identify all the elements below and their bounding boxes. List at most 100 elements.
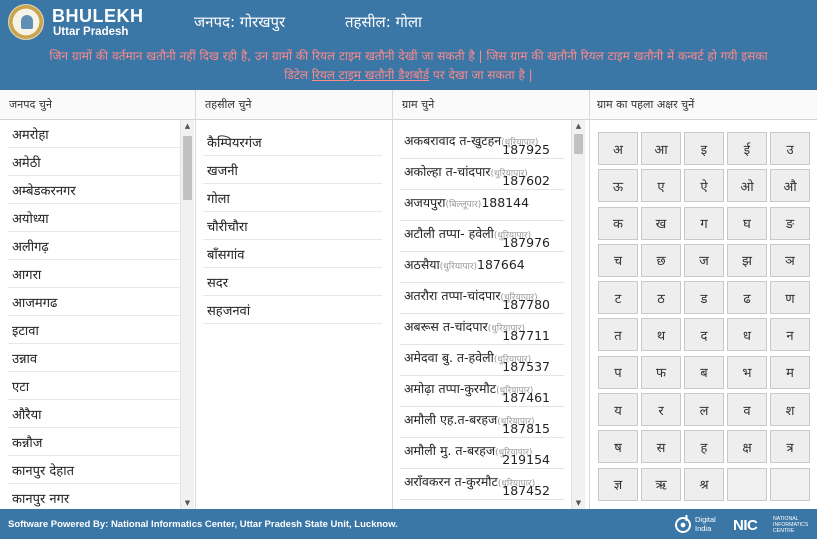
letter-key[interactable]: ज्ञ (598, 467, 638, 501)
gram-list-item[interactable]: अकबरावाद त-खुटहन(धुरियापार) 187925 (400, 128, 564, 159)
tehsil-list-item[interactable]: सदर (203, 268, 382, 296)
janpad-list-item[interactable]: कानपुर देहात (8, 456, 181, 484)
janpad-list-item[interactable]: कानपुर नगर (8, 484, 181, 509)
letter-key[interactable]: ल (684, 393, 724, 427)
letter-key[interactable]: ए (641, 169, 681, 203)
janpad-list[interactable]: अमरोहा अमेठी अम्बेडकरनगर अयोध्या अलीगढ़ आगरा आ… (0, 120, 181, 509)
letter-key[interactable]: झ (727, 243, 767, 277)
gram-list-item[interactable]: अठसैया(धुरियापार)187664 (400, 252, 564, 283)
letter-key[interactable]: ष (598, 430, 638, 464)
gram-list[interactable]: अकबरावाद त-खुटहन(धुरियापार) 187925 अकोल्हा… (393, 128, 564, 509)
janpad-list-item[interactable]: उन्नाव (8, 344, 181, 372)
letter-key[interactable]: क्ष (727, 430, 767, 464)
gram-list-item[interactable]: अतरौरा तप्पा-चांदपार(धुरियापार) 187780 (400, 283, 564, 314)
letter-key[interactable]: ओ (727, 169, 767, 203)
letter-key[interactable]: ग (684, 206, 724, 240)
tehsil-list-item[interactable]: बाँसगांव (203, 240, 382, 268)
notice-line-1: जिन ग्रामों की वर्तमान खतौनी नहीं दिख रह… (49, 49, 768, 63)
letter-key[interactable]: ऊ (598, 169, 638, 203)
gram-list-item[interactable]: अटौली तप्पा- हवेली(धुरियापार) 187976 (400, 221, 564, 252)
gram-list-item[interactable]: अराँवकरन त-कुरमौट(धुरियापार) 187452 (400, 469, 564, 500)
letter-key[interactable]: ढ (727, 281, 767, 315)
letter-key[interactable]: इ (684, 132, 724, 165)
letter-key[interactable]: भ (727, 355, 767, 389)
letter-key[interactable]: ख (641, 206, 681, 240)
letter-key[interactable]: द (684, 318, 724, 352)
tehsil-list-item[interactable]: गोला (203, 184, 382, 212)
letter-key[interactable]: ञ (770, 243, 810, 277)
scroll-up-icon[interactable]: ▲ (181, 120, 194, 132)
letter-key[interactable]: थ (641, 318, 681, 352)
gram-list-item[interactable]: अजयपुरा(बिल्लूपार)188144 (400, 190, 564, 221)
janpad-list-item[interactable]: अयोध्या (8, 204, 181, 232)
janpad-list-item[interactable]: इटावा (8, 316, 181, 344)
letter-key[interactable]: ई (727, 132, 767, 165)
letter-key[interactable]: स (641, 430, 681, 464)
letter-key[interactable]: उ (770, 132, 810, 165)
letter-key[interactable]: च (598, 243, 638, 277)
letter-key[interactable]: श्र (684, 467, 724, 501)
tehsil-list[interactable]: कैम्पियरगंज खजनी गोला चौरीचौरा बाँसगांव सदर सह… (196, 128, 382, 509)
first-letter-column: ग्राम का पहला अक्षर चुनें अआइईउ ऊएऐओऔ कखगघ… (590, 90, 817, 509)
janpad-list-item[interactable]: औरैया (8, 400, 181, 428)
janpad-scrollbar[interactable]: ▲ ▼ (180, 120, 194, 509)
letter-key[interactable]: म (770, 355, 810, 389)
janpad-list-item[interactable]: अलीगढ़ (8, 232, 181, 260)
letter-key[interactable]: छ (641, 243, 681, 277)
letter-key[interactable]: ण (770, 281, 810, 315)
letter-key[interactable]: ङ (770, 206, 810, 240)
letter-key[interactable]: ध (727, 318, 767, 352)
gram-scrollbar[interactable]: ▲ ▼ (571, 120, 585, 509)
letter-key[interactable]: त (598, 318, 638, 352)
letter-key[interactable]: ऐ (684, 169, 724, 203)
letter-key[interactable]: ह (684, 430, 724, 464)
tehsil-list-item[interactable]: चौरीचौरा (203, 212, 382, 240)
tehsil-list-item[interactable]: कैम्पियरगंज (203, 128, 382, 156)
up-emblem-logo (8, 4, 44, 40)
letter-key[interactable]: आ (641, 132, 681, 165)
letter-key[interactable]: फ (641, 355, 681, 389)
letter-key[interactable]: य (598, 393, 638, 427)
scroll-down-icon[interactable]: ▼ (181, 497, 194, 509)
letter-keypad: अआइईउऊएऐओऔकखगघङचछजझञटठडढणतथदधनपफबभमयरलवश… (598, 132, 810, 501)
gram-list-item[interactable]: अमोढ़ा तप्पा-कुरमौट(धुरियापार) 187461 (400, 376, 564, 407)
letter-key[interactable]: ब (684, 355, 724, 389)
janpad-list-item[interactable]: अम्बेडकरनगर (8, 176, 181, 204)
gram-tehsil-tag: (बिल्लूपार) (445, 200, 482, 210)
letter-key[interactable]: न (770, 318, 810, 352)
janpad-list-item[interactable]: अमेठी (8, 148, 181, 176)
janpad-list-item[interactable]: एटा (8, 372, 181, 400)
realtime-dashboard-link[interactable]: रियल टाइम खतौनी डैशबोर्ड (312, 68, 429, 82)
letter-key[interactable]: औ (770, 169, 810, 203)
letter-key[interactable]: ज (684, 243, 724, 277)
scroll-up-icon[interactable]: ▲ (572, 120, 585, 132)
janpad-list-item[interactable]: आगरा (8, 260, 181, 288)
scroll-down-icon[interactable]: ▼ (572, 497, 585, 509)
letter-key[interactable]: प (598, 355, 638, 389)
janpad-list-item[interactable]: अमरोहा (8, 120, 181, 148)
gram-list-item[interactable]: अकोल्हा त-चांदपार(धुरियापार) 187602 (400, 159, 564, 190)
letter-key[interactable]: ठ (641, 281, 681, 315)
letter-key[interactable]: र (641, 393, 681, 427)
letter-key[interactable]: व (727, 393, 767, 427)
janpad-list-item[interactable]: आजमगढ (8, 288, 181, 316)
gram-list-item[interactable]: अबरूस त-चांदपार(धुरियापार) 187711 (400, 314, 564, 345)
gram-list-item[interactable]: अमौली मु. त-बरहज(धुरियापार) 219154 (400, 438, 564, 469)
janpad-scroll-thumb[interactable] (183, 136, 192, 200)
gram-column: ग्राम चुने अकबरावाद त-खुटहन(धुरियापार) 18… (393, 90, 590, 509)
letter-key[interactable]: घ (727, 206, 767, 240)
letter-key[interactable]: ड (684, 281, 724, 315)
letter-key[interactable]: अ (598, 132, 638, 165)
gram-list-item[interactable]: अमेदवा बु. त-हवेली(धुरियापार) 187537 (400, 345, 564, 376)
letter-key[interactable]: त्र (770, 430, 810, 464)
letter-key[interactable]: श (770, 393, 810, 427)
gram-scroll-thumb[interactable] (574, 134, 583, 154)
letter-key[interactable]: क (598, 206, 638, 240)
letter-key[interactable]: ऋ (641, 467, 681, 501)
janpad-list-item[interactable]: कन्नौज (8, 428, 181, 456)
tehsil-list-item[interactable]: खजनी (203, 156, 382, 184)
gram-tehsil-tag: (धुरियापार) (439, 262, 478, 272)
gram-list-item[interactable]: अमौली एह.त-बरहज(धुरियापार) 187815 (400, 407, 564, 438)
tehsil-list-item[interactable]: सहजनवां (203, 296, 382, 324)
letter-key[interactable]: ट (598, 281, 638, 315)
